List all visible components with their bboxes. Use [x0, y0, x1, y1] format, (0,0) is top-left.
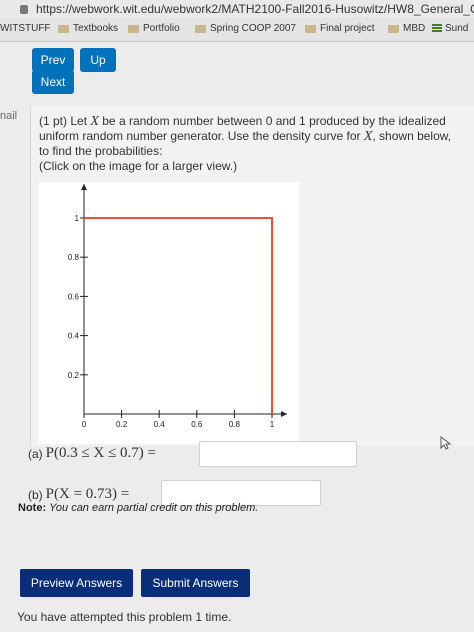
y-tick-label: 0.6 — [68, 292, 80, 301]
submit-answers-button[interactable]: Submit Answers — [141, 569, 250, 597]
part-b-math: P(X = 0.73) = — [45, 486, 130, 502]
answer-a-input[interactable] — [199, 441, 357, 467]
bookmark-sund[interactable]: Sund — [432, 23, 468, 34]
folder-icon — [195, 24, 206, 33]
variable-x: X — [90, 114, 99, 129]
answer-row-b: (b) P(X = 0.73) = — [28, 486, 130, 502]
answer-row-a: (a) P(0.3 ≤ X ≤ 0.7) = — [28, 445, 157, 461]
prev-button[interactable]: Prev — [32, 48, 74, 72]
next-button[interactable]: Next — [32, 70, 74, 94]
folder-icon — [58, 24, 69, 33]
partial-credit-note: Note: You can earn partial credit on thi… — [18, 502, 259, 514]
bookmark-spring-coop[interactable]: Spring COOP 2007 — [195, 23, 296, 34]
problem-text: (1 pt) Let X be a random number between … — [39, 114, 452, 173]
bookmarks-bar: WITSTUFF Textbooks Portfolio Spring COOP… — [0, 18, 474, 42]
x-tick-label: 0.8 — [229, 420, 241, 429]
density-graph[interactable]: 0 0.2 0.4 0.6 0.8 1 0.2 0.4 0.6 0.8 1 — [39, 182, 299, 444]
lock-icon — [20, 5, 28, 14]
stack-icon — [432, 24, 442, 33]
folder-icon — [388, 24, 399, 33]
problem-panel: (1 pt) Let X be a random number between … — [30, 106, 474, 446]
sidebar-label: nail — [0, 110, 18, 122]
x-tick-label: 0 — [82, 420, 87, 429]
click-hint: (Click on the image for a larger view.) — [39, 159, 238, 173]
bookmark-witstuff[interactable]: WITSTUFF — [0, 23, 51, 34]
preview-answers-button[interactable]: Preview Answers — [20, 569, 133, 597]
x-tick-label: 0.4 — [154, 420, 166, 429]
folder-icon — [128, 24, 139, 33]
folder-icon — [305, 24, 316, 33]
x-axis-arrow-icon — [281, 411, 287, 417]
bookmark-portfolio[interactable]: Portfolio — [128, 23, 180, 34]
y-tick-label: 0.8 — [68, 253, 80, 262]
density-plot-svg: 0 0.2 0.4 0.6 0.8 1 0.2 0.4 0.6 0.8 1 — [68, 184, 287, 429]
url-text: https://webwork.wit.edu/webwork2/MATH210… — [36, 2, 474, 16]
x-tick-label: 1 — [270, 420, 275, 429]
up-button[interactable]: Up — [80, 48, 116, 72]
y-tick-label: 0.4 — [68, 332, 80, 341]
y-axis-arrow-icon — [81, 184, 87, 190]
attempts-text: You have attempted this problem 1 time. — [17, 610, 232, 624]
mouse-cursor-icon — [440, 436, 452, 450]
y-tick-label: 0.2 — [68, 371, 80, 380]
webwork-page: Prev Up Next nail (1 pt) Let X be a rand… — [0, 42, 474, 632]
bookmark-mbd[interactable]: MBD — [388, 23, 425, 34]
density-curve — [84, 217, 273, 414]
bookmark-final-project[interactable]: Final project — [305, 23, 374, 34]
address-bar[interactable]: https://webwork.wit.edu/webwork2/MATH210… — [0, 0, 474, 18]
x-tick-label: 0.2 — [116, 420, 128, 429]
part-a-math: P(0.3 ≤ X ≤ 0.7) = — [45, 445, 157, 461]
x-tick-label: 0.6 — [191, 420, 203, 429]
bookmark-textbooks[interactable]: Textbooks — [58, 23, 118, 34]
y-tick-label: 1 — [75, 214, 80, 223]
